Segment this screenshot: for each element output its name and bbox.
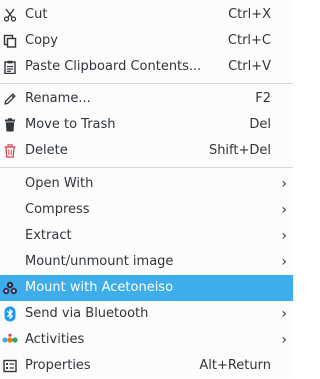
- menu-item-open-with[interactable]: Open With ›: [0, 171, 293, 197]
- trash-icon: [2, 117, 18, 133]
- menu-item-send-via-bluetooth[interactable]: Send via Bluetooth ›: [0, 301, 293, 327]
- menu-item-label: Rename...: [25, 91, 91, 106]
- copy-icon: [2, 33, 18, 49]
- menu-item-copy[interactable]: Copy Ctrl+C: [0, 28, 293, 54]
- bluetooth-icon: [2, 306, 18, 322]
- menu-item-label: Cut: [25, 7, 48, 22]
- menu-item-label: Copy: [25, 33, 58, 48]
- delete-bin-icon: [2, 143, 18, 159]
- menu-item-shortcut: Del: [249, 117, 271, 132]
- chevron-right-icon: ›: [281, 332, 287, 348]
- menu-item-shortcut: Alt+Return: [199, 358, 271, 373]
- menu-item-paste[interactable]: Paste Clipboard Contents... Ctrl+V: [0, 54, 293, 80]
- menu-item-label: Compress: [25, 202, 90, 217]
- chevron-right-icon: ›: [281, 254, 287, 270]
- clipboard-paste-icon: [2, 59, 18, 75]
- menu-item-label: Mount/unmount image: [25, 254, 174, 269]
- menu-item-label: Paste Clipboard Contents...: [25, 59, 202, 74]
- menu-item-shortcut: Ctrl+V: [228, 59, 271, 74]
- acetoneiso-icon: [2, 280, 18, 296]
- menu-separator: [0, 83, 293, 84]
- menu-item-rename[interactable]: Rename... F2: [0, 86, 293, 112]
- menu-item-label: Extract: [25, 228, 72, 243]
- menu-item-label: Properties: [25, 358, 91, 373]
- chevron-right-icon: ›: [281, 202, 287, 218]
- menu-item-cut[interactable]: Cut Ctrl+X: [0, 2, 293, 28]
- chevron-right-icon: ›: [281, 176, 287, 192]
- menu-item-move-to-trash[interactable]: Move to Trash Del: [0, 112, 293, 138]
- scissors-icon: [2, 7, 18, 23]
- chevron-right-icon: ›: [281, 306, 287, 322]
- menu-item-compress[interactable]: Compress ›: [0, 197, 293, 223]
- menu-item-shortcut: Shift+Del: [208, 143, 271, 158]
- menu-item-delete[interactable]: Delete Shift+Del: [0, 138, 293, 164]
- menu-item-shortcut: Ctrl+C: [227, 33, 271, 48]
- menu-item-label: Open With: [25, 176, 94, 191]
- menu-item-mount-unmount-image[interactable]: Mount/unmount image ›: [0, 249, 293, 275]
- properties-icon: [2, 358, 18, 374]
- menu-item-label: Send via Bluetooth: [25, 306, 149, 321]
- menu-separator: [0, 167, 293, 168]
- menu-item-properties[interactable]: Properties Alt+Return: [0, 353, 293, 379]
- menu-item-label: Activities: [25, 332, 85, 347]
- menu-item-extract[interactable]: Extract ›: [0, 223, 293, 249]
- pencil-icon: [2, 91, 18, 107]
- menu-item-label: Delete: [25, 143, 68, 158]
- menu-item-label: Move to Trash: [25, 117, 116, 132]
- activities-icon: [2, 332, 18, 348]
- menu-item-mount-with-acetoneiso[interactable]: Mount with Acetoneiso: [0, 275, 293, 301]
- chevron-right-icon: ›: [281, 228, 287, 244]
- context-menu: Cut Ctrl+X Copy Ctrl+C Paste Clipboard C…: [0, 0, 293, 378]
- menu-item-activities[interactable]: Activities ›: [0, 327, 293, 353]
- menu-item-shortcut: F2: [255, 91, 271, 106]
- menu-item-shortcut: Ctrl+X: [228, 7, 271, 22]
- menu-item-label: Mount with Acetoneiso: [25, 280, 174, 295]
